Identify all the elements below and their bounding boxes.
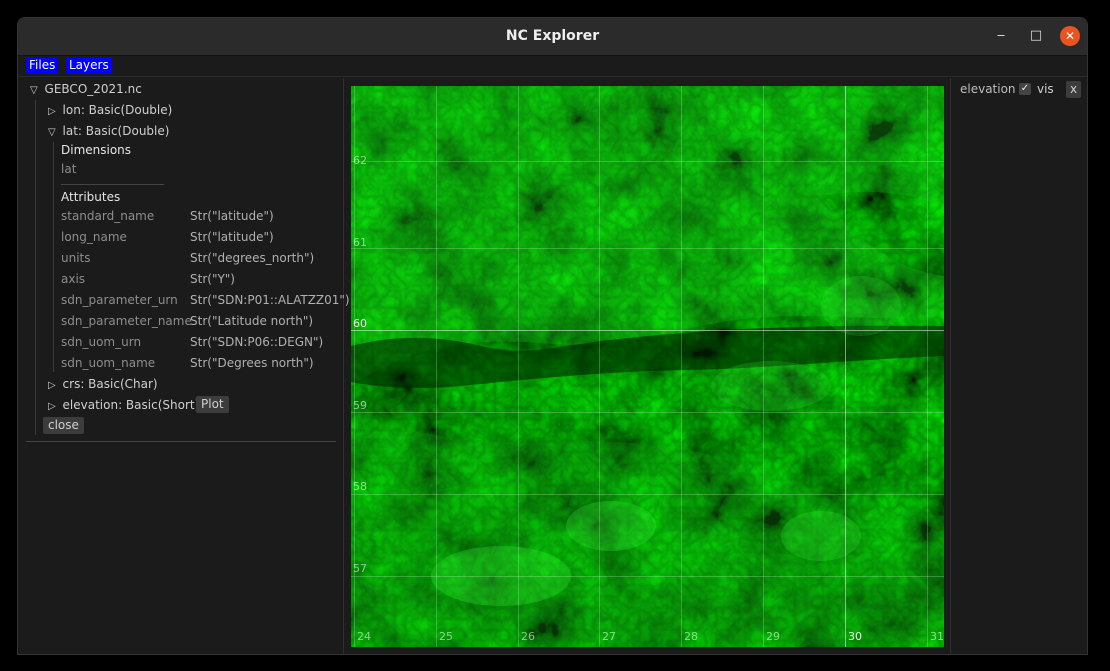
layer-name: elevation [960, 82, 1016, 96]
lon-label: 30 [848, 630, 862, 643]
map-view[interactable]: 62 61 60 59 58 57 24 25 26 27 28 29 30 3… [351, 86, 944, 647]
dimension-item: lat [61, 162, 77, 176]
grid-line [351, 330, 944, 331]
attribute-name: units [61, 251, 91, 265]
minimize-icon[interactable]: ‒ [992, 27, 1010, 45]
attribute-value: Str("Latitude north") [190, 314, 314, 328]
attribute-value: Str("SDN:P06::DEGN") [190, 335, 324, 349]
attribute-name: sdn_uom_urn [61, 335, 142, 349]
tree-item-elevation[interactable]: ▷ elevation: Basic(Short) [48, 398, 199, 412]
attribute-name: standard_name [61, 209, 155, 223]
tree-item-crs[interactable]: ▷ crs: Basic(Char) [48, 377, 158, 391]
remove-layer-button[interactable]: x [1066, 81, 1082, 98]
grid-line [845, 86, 846, 647]
file-tree-panel: ▽ GEBCO_2021.nc ▷ lon: Basic(Double) ▽ l… [18, 78, 350, 654]
tree-item-lat[interactable]: ▽ lat: Basic(Double) [48, 124, 169, 138]
grid-line [599, 86, 600, 647]
lat-label: 62 [353, 154, 367, 167]
dimensions-header: Dimensions [61, 143, 132, 157]
grid-line [351, 161, 944, 162]
lat-label: 60 [353, 317, 367, 330]
collapsed-icon[interactable]: ▷ [48, 380, 56, 391]
variable-label: lat: Basic(Double) [62, 124, 170, 138]
elevation-map[interactable] [351, 86, 944, 647]
grid-line [436, 86, 437, 647]
grid-line [681, 86, 682, 647]
lat-label: 57 [353, 562, 367, 575]
lat-label: 61 [353, 236, 367, 249]
attribute-name: long_name [61, 230, 127, 244]
lon-label: 31 [930, 630, 944, 643]
grid-line [518, 86, 519, 647]
lat-label: 59 [353, 399, 367, 412]
attribute-value: Str("SDN:P01::ALATZZ01") [190, 293, 350, 307]
variable-label: crs: Basic(Char) [62, 377, 158, 391]
attribute-name: axis [61, 272, 86, 286]
tree-guide-line [53, 142, 54, 372]
separator [61, 184, 164, 185]
lon-label: 27 [602, 630, 616, 643]
lon-label: 26 [521, 630, 535, 643]
attribute-name: sdn_parameter_name [61, 314, 192, 328]
collapsed-icon[interactable]: ▷ [48, 401, 56, 412]
plot-button[interactable]: Plot [196, 396, 229, 413]
expanded-icon[interactable]: ▽ [30, 85, 38, 96]
variable-label: elevation: Basic(Short) [62, 398, 200, 412]
app-window: NC Explorer ‒ □ ✕ Files Layers ▽ GEBCO_2… [17, 17, 1088, 655]
layer-visibility-checkbox[interactable]: ✓ [1019, 83, 1031, 95]
grid-line [351, 412, 944, 413]
grid-line [351, 494, 944, 495]
attributes-header: Attributes [61, 190, 121, 204]
menu-bar: Files Layers [18, 56, 1087, 77]
visibility-label: vis [1037, 82, 1054, 96]
lon-label: 28 [684, 630, 698, 643]
tree-guide-line [35, 100, 36, 435]
lon-label: 25 [439, 630, 453, 643]
lat-label: 58 [353, 480, 367, 493]
layers-menu-button[interactable]: Layers [66, 57, 112, 74]
attribute-value: Str("latitude") [190, 230, 274, 244]
separator [26, 441, 336, 442]
attribute-name: sdn_parameter_urn [61, 293, 178, 307]
grid-line [763, 86, 764, 647]
window-title: NC Explorer [505, 28, 600, 44]
grid-line [927, 86, 928, 647]
attribute-value: Str("Degrees north") [190, 356, 314, 370]
lon-label: 24 [357, 630, 371, 643]
layers-panel: elevation ✓ vis x [950, 78, 1087, 654]
files-menu-button[interactable]: Files [26, 57, 59, 74]
tree-item-lon[interactable]: ▷ lon: Basic(Double) [48, 103, 172, 117]
variable-label: lon: Basic(Double) [62, 103, 173, 117]
file-name: GEBCO_2021.nc [44, 82, 142, 96]
lon-label: 29 [766, 630, 780, 643]
collapsed-icon[interactable]: ▷ [48, 106, 56, 117]
tree-item-file[interactable]: ▽ GEBCO_2021.nc [30, 82, 142, 96]
expanded-icon[interactable]: ▽ [48, 127, 56, 138]
grid-line [351, 248, 944, 249]
close-file-button[interactable]: close [43, 417, 84, 434]
grid-line [351, 576, 944, 577]
title-bar: NC Explorer ‒ □ ✕ [18, 18, 1087, 56]
attribute-value: Str("Y") [190, 272, 235, 286]
close-icon[interactable]: ✕ [1060, 26, 1080, 46]
maximize-icon[interactable]: □ [1027, 27, 1045, 45]
attribute-value: Str("latitude") [190, 209, 274, 223]
attribute-value: Str("degrees_north") [190, 251, 315, 265]
attribute-name: sdn_uom_name [61, 356, 156, 370]
